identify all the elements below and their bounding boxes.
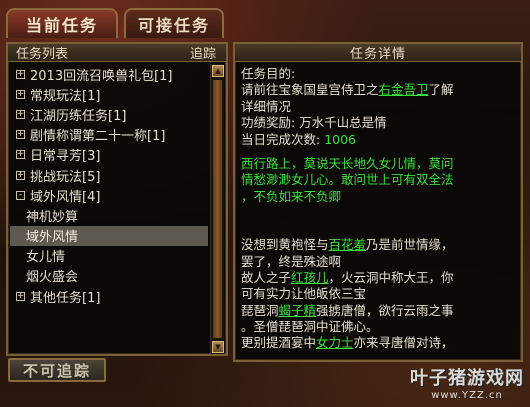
story-text: 强掳唐僧，欲行云雨之事 — [316, 302, 454, 318]
story-text: 琵琶洞 — [241, 302, 279, 318]
npc-link-baihuaxiu[interactable]: 百花羞 — [329, 237, 367, 252]
quest-category-row[interactable]: + 常规玩法[1] — [10, 84, 208, 104]
story-line: 故人之子红孩儿，火云洞中称大王，你 — [241, 270, 501, 286]
completion-count-line: 当日完成次数: 1006 — [241, 132, 501, 148]
story-line: 琵琶洞蝎子精强掳唐僧，欲行云雨之事 — [241, 303, 501, 319]
quest-list-title: 任务列表 — [16, 47, 69, 62]
expand-icon[interactable]: + — [16, 89, 25, 99]
story-text: 故人之子 — [241, 269, 292, 285]
scroll-down-icon[interactable]: ▼ — [212, 341, 224, 353]
goal-text: 了解 — [428, 82, 454, 98]
quest-category-row[interactable]: - 域外风情[4] — [10, 185, 208, 205]
poem-line: 西行路上，莫说天长地久女儿情，莫问 — [241, 155, 454, 171]
quest-list: +2013回流召唤兽礼包[1] + 常规玩法[1] + 江湖历练任务[1] + 剧情称… — [10, 64, 208, 354]
story-line: 可有实力让他皈依三宝 — [241, 286, 367, 302]
quest-category-row[interactable]: + 其他任务[1] — [10, 286, 208, 306]
quest-category-row[interactable]: + 江湖历练任务[1] — [10, 104, 208, 124]
quest-category-row[interactable]: + 剧情称谓第二十一称[1] — [10, 125, 208, 145]
goal-label: 任务目的: — [241, 66, 296, 81]
quest-list-panel: 任务列表 追踪 +2013回流召唤兽礼包[1] + 常规玩法[1] + 江湖历练任务… — [6, 42, 228, 356]
story-text: 没想到黄袍怪与 — [241, 237, 329, 253]
untrack-button[interactable]: 不可追踪 — [8, 358, 106, 382]
expand-icon[interactable]: + — [16, 150, 25, 160]
npc-link-right-guard[interactable]: 右金吾卫 — [379, 82, 429, 97]
quest-list-scrollbar[interactable]: ▲ ▼ — [210, 64, 224, 354]
reward-line: 功绩奖励: 万水千山总是情 — [241, 115, 387, 131]
quest-category-label: 其他任务[1] — [30, 290, 101, 306]
watermark-logo: 叶子猪游戏网 www.YZZ.cn — [410, 364, 524, 401]
npc-link-honghaier[interactable]: 红孩儿 — [291, 270, 329, 285]
story-text: 更别提酒宴中 — [241, 335, 317, 351]
quest-item[interactable]: 烟火盛会 — [10, 266, 208, 286]
quest-item-selected[interactable]: 域外风情 — [10, 225, 208, 246]
story-line: 没想到黄袍怪与百花羞乃是前世情缘， — [241, 237, 501, 253]
quest-category-label: 2013回流召唤兽礼包[1] — [30, 68, 173, 84]
story-text: 亦来寻唐僧对诗， — [353, 335, 454, 351]
npc-link-nvlishi[interactable]: 女力士 — [316, 335, 354, 350]
story-line: 。圣僧琵琶洞中证佛心。 — [241, 319, 379, 335]
quest-category-label: 挑战玩法[5] — [30, 169, 101, 185]
expand-icon[interactable]: + — [16, 130, 25, 140]
completion-count-label: 当日完成次数: — [241, 131, 325, 147]
quest-category-label: 常规玩法[1] — [30, 88, 101, 104]
collapse-icon[interactable]: - — [16, 190, 25, 200]
scroll-thumb[interactable] — [213, 80, 222, 338]
expand-icon[interactable]: + — [16, 291, 25, 301]
story-line: 更别提酒宴中女力士亦来寻唐僧对诗， — [241, 335, 501, 351]
poem-line: ，不负如来不负卿 — [241, 188, 342, 204]
poem-line: 情愁渺渺女儿心。敢问世上可有双全法 — [241, 172, 454, 188]
story-text: 乃是前世情缘， — [366, 237, 454, 253]
quest-category-label: 日常寻芳[3] — [30, 149, 101, 165]
quest-category-label: 剧情称谓第二十一称[1] — [30, 129, 166, 145]
npc-link-xiezijing[interactable]: 蝎子精 — [279, 303, 317, 318]
goal-line: 请前往宝象国皇宫侍卫之右金吾卫了解 — [241, 82, 501, 98]
expand-icon[interactable]: + — [16, 109, 25, 119]
quest-item[interactable]: 神机妙算 — [10, 205, 208, 225]
tab-available-quests[interactable]: 可接任务 — [124, 8, 224, 38]
quest-category-row[interactable]: +2013回流召唤兽礼包[1] — [10, 64, 208, 84]
track-column-label: 追踪 — [189, 47, 216, 62]
goal-text: 请前往宝象国皇宫侍卫之 — [241, 82, 379, 98]
tab-current-quests[interactable]: 当前任务 — [6, 8, 118, 38]
quest-category-row[interactable]: + 挑战玩法[5] — [10, 165, 208, 185]
quest-list-header: 任务列表 追踪 — [8, 44, 226, 62]
completion-count-value: 1006 — [324, 131, 356, 147]
quest-category-row[interactable]: + 日常寻芳[3] — [10, 145, 208, 165]
watermark-url: www.YZZ.cn — [431, 390, 503, 401]
expand-icon[interactable]: + — [16, 69, 25, 79]
expand-icon[interactable]: + — [16, 170, 25, 180]
quest-category-label: 江湖历练任务[1] — [30, 108, 127, 124]
story-line: 罢了，终是殊途啊 — [241, 253, 342, 269]
quest-window: 当前任务 可接任务 任务列表 追踪 +2013回流召唤兽礼包[1] + 常规玩法[… — [0, 0, 530, 407]
goal-line-2: 详细情况 — [241, 98, 292, 114]
quest-detail-title: 任务详情 — [235, 44, 521, 62]
quest-category-label: 域外风情[4] — [30, 189, 101, 205]
watermark-title: 叶子猪游戏网 — [410, 368, 524, 389]
quest-detail-panel: 任务详情 任务目的: 请前往宝象国皇宫侍卫之右金吾卫了解 详细情况 功绩奖励: … — [233, 42, 523, 362]
story-text: ，火云洞中称大王，你 — [328, 269, 454, 285]
quest-detail-text: 任务目的: 请前往宝象国皇宫侍卫之右金吾卫了解 详细情况 功绩奖励: 万水千山总… — [241, 66, 501, 352]
scroll-up-icon[interactable]: ▲ — [212, 65, 224, 77]
quest-item[interactable]: 女儿情 — [10, 246, 208, 266]
